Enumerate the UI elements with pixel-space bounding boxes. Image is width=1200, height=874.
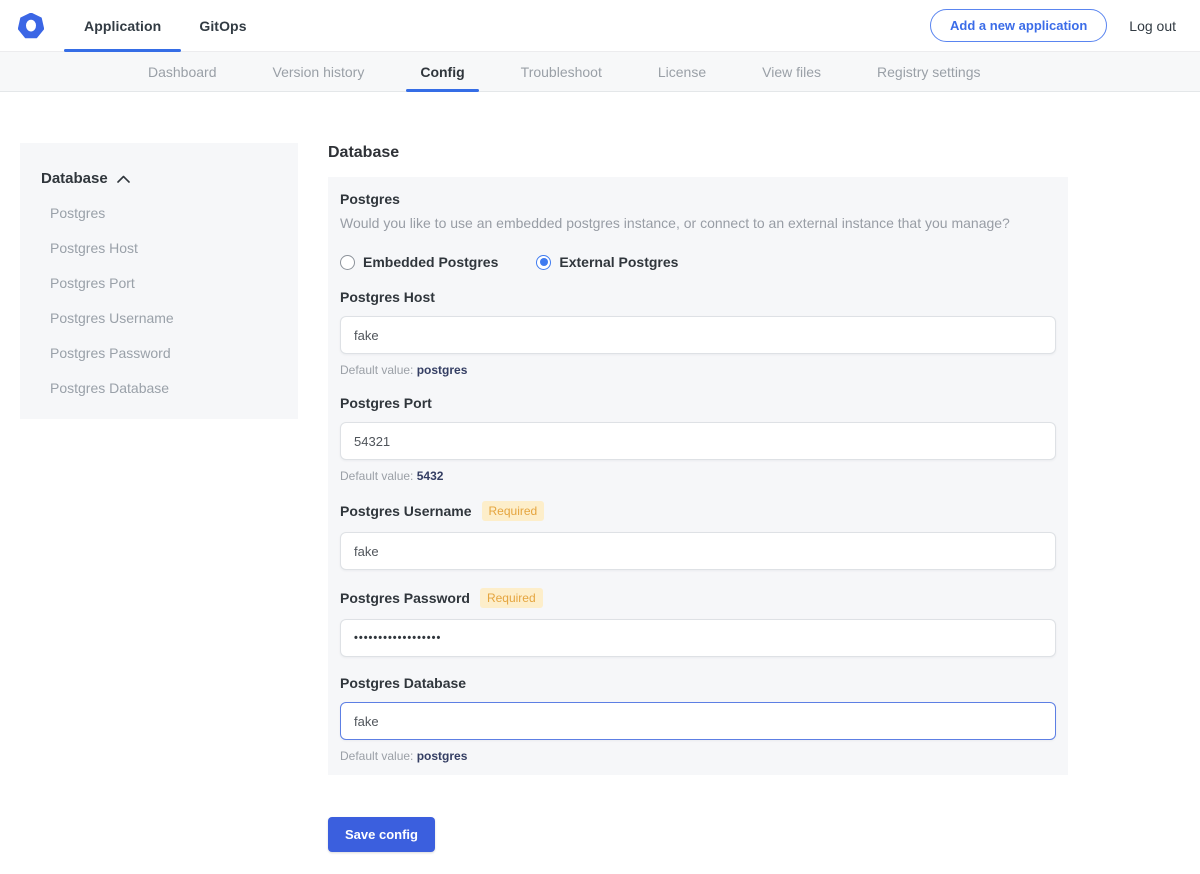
subnav-item-dashboard[interactable]: Dashboard xyxy=(148,52,217,92)
app-logo-icon[interactable] xyxy=(18,13,44,39)
config-sidebar: Database Postgres Postgres Host Postgres… xyxy=(20,143,298,419)
sidebar-group-label: Database xyxy=(41,170,108,187)
default-value-text: postgres xyxy=(417,749,468,763)
logout-link[interactable]: Log out xyxy=(1129,18,1176,34)
postgres-port-input[interactable] xyxy=(340,422,1056,460)
radio-circle-unselected-icon[interactable] xyxy=(340,255,355,270)
default-value-prefix: Default value: xyxy=(340,469,417,483)
field-label-row: Postgres Host xyxy=(340,289,1056,305)
postgres-type-radio-group: Embedded Postgres External Postgres xyxy=(340,254,1056,270)
subnav-item-view-files[interactable]: View files xyxy=(762,52,821,92)
tab-gitops[interactable]: GitOps xyxy=(199,0,246,52)
subnav-item-license[interactable]: License xyxy=(658,52,706,92)
required-badge: Required xyxy=(480,588,543,608)
postgres-host-label: Postgres Host xyxy=(340,289,435,305)
radio-label: Embedded Postgres xyxy=(363,254,498,270)
postgres-password-input[interactable] xyxy=(340,619,1056,657)
chevron-up-icon xyxy=(117,175,130,183)
postgres-host-input[interactable] xyxy=(340,316,1056,354)
radio-embedded-postgres[interactable]: Embedded Postgres xyxy=(340,254,498,270)
field-label-row: Postgres Password Required xyxy=(340,588,1056,608)
sidebar-item-postgres-port[interactable]: Postgres Port xyxy=(40,265,278,300)
app-subnav: Dashboard Version history Config Trouble… xyxy=(0,52,1200,92)
field-label-row: Postgres Port xyxy=(340,395,1056,411)
header-right: Add a new application Log out xyxy=(930,9,1176,42)
default-value-text: 5432 xyxy=(417,469,444,483)
config-group-card: Postgres Would you like to use an embedd… xyxy=(328,177,1068,775)
postgres-database-label: Postgres Database xyxy=(340,675,466,691)
radio-external-postgres[interactable]: External Postgres xyxy=(536,254,678,270)
default-value-helper: Default value: postgres xyxy=(340,749,1056,763)
save-config-button[interactable]: Save config xyxy=(328,817,435,852)
content-area: Database Postgres Postgres Host Postgres… xyxy=(0,92,1200,868)
subnav-item-troubleshoot[interactable]: Troubleshoot xyxy=(521,52,602,92)
default-value-helper: Default value: postgres xyxy=(340,363,1056,377)
tab-application[interactable]: Application xyxy=(84,0,161,52)
postgres-password-label: Postgres Password xyxy=(340,590,470,606)
field-label-row: Postgres Username Required xyxy=(340,501,1056,521)
default-value-prefix: Default value: xyxy=(340,749,417,763)
add-new-application-button[interactable]: Add a new application xyxy=(930,9,1107,42)
config-main: Database Postgres Would you like to use … xyxy=(328,143,1068,852)
group-label: Postgres xyxy=(340,191,1056,207)
sidebar-group-database[interactable]: Database xyxy=(40,170,278,187)
radio-label: External Postgres xyxy=(559,254,678,270)
default-value-helper: Default value: 5432 xyxy=(340,469,1056,483)
field-label-row: Postgres Database xyxy=(340,675,1056,691)
sidebar-item-postgres-database[interactable]: Postgres Database xyxy=(40,370,278,405)
sidebar-item-postgres-password[interactable]: Postgres Password xyxy=(40,335,278,370)
sidebar-item-postgres-username[interactable]: Postgres Username xyxy=(40,300,278,335)
postgres-username-input[interactable] xyxy=(340,532,1056,570)
default-value-prefix: Default value: xyxy=(340,363,417,377)
group-description: Would you like to use an embedded postgr… xyxy=(340,215,1056,231)
subnav-item-version-history[interactable]: Version history xyxy=(273,52,365,92)
subnav-item-config[interactable]: Config xyxy=(420,52,464,92)
radio-circle-selected-icon[interactable] xyxy=(536,255,551,270)
subnav-item-registry-settings[interactable]: Registry settings xyxy=(877,52,980,92)
default-value-text: postgres xyxy=(417,363,468,377)
postgres-database-input[interactable] xyxy=(340,702,1056,740)
postgres-port-label: Postgres Port xyxy=(340,395,432,411)
postgres-username-label: Postgres Username xyxy=(340,503,472,519)
sidebar-item-postgres-host[interactable]: Postgres Host xyxy=(40,230,278,265)
section-title: Database xyxy=(328,144,1068,162)
sidebar-item-postgres[interactable]: Postgres xyxy=(40,195,278,230)
top-header: Application GitOps Add a new application… xyxy=(0,0,1200,52)
required-badge: Required xyxy=(482,501,545,521)
